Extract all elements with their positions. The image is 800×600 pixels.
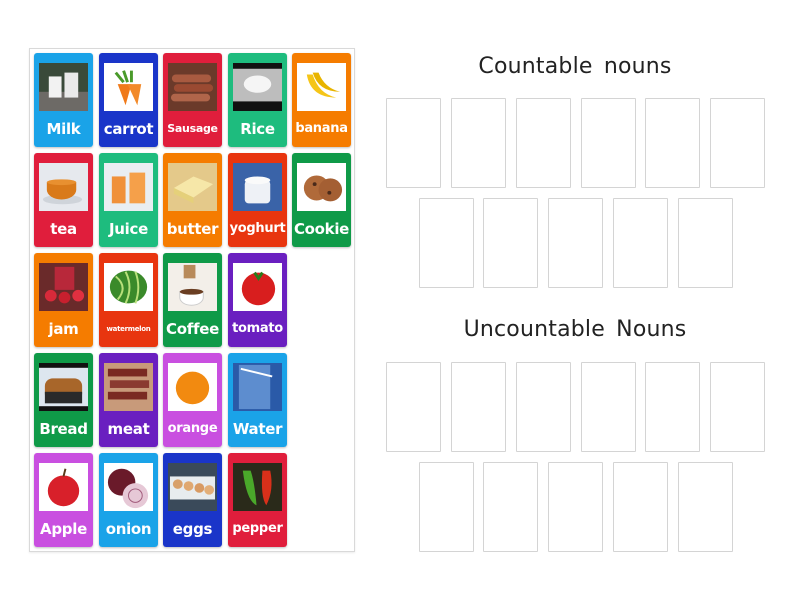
water-glass-icon: [233, 363, 282, 411]
card-eggs[interactable]: eggs: [163, 453, 222, 547]
banana-icon: [297, 63, 346, 111]
card-coffee[interactable]: Coffee: [163, 253, 222, 347]
drop-slot[interactable]: [581, 98, 636, 188]
cards-tray: Milk carrot Sausage Rice banana tea Juice butte…: [29, 48, 355, 552]
apple-icon: [39, 463, 88, 511]
drop-slot[interactable]: [548, 198, 603, 288]
group-title-uncountable: Uncountable Nouns: [463, 317, 687, 342]
drop-slot[interactable]: [548, 462, 603, 552]
card-label: banana: [295, 121, 348, 136]
drop-slot[interactable]: [645, 98, 700, 188]
card-banana[interactable]: banana: [292, 53, 351, 147]
drop-slot[interactable]: [419, 462, 474, 552]
card-pepper[interactable]: pepper: [228, 453, 287, 547]
drop-slot[interactable]: [483, 198, 538, 288]
drop-slot[interactable]: [451, 98, 506, 188]
rice-bowl-icon: [233, 63, 282, 111]
orange-fruit-icon: [168, 363, 217, 411]
coffee-cup-icon: [168, 263, 217, 311]
card-label: onion: [105, 520, 152, 538]
card-orange[interactable]: orange: [163, 353, 222, 447]
drop-slot[interactable]: [710, 362, 765, 452]
card-jam[interactable]: jam: [34, 253, 93, 347]
drop-slot[interactable]: [419, 198, 474, 288]
card-label: Sausage: [167, 122, 218, 135]
onion-icon: [104, 463, 153, 511]
card-juice[interactable]: Juice: [99, 153, 158, 247]
card-label: Bread: [39, 420, 88, 438]
card-label: jam: [48, 320, 79, 338]
card-label: tomato: [232, 321, 283, 336]
card-label: butter: [166, 220, 219, 238]
card-label: eggs: [172, 520, 213, 538]
drop-slot[interactable]: [581, 362, 636, 452]
cookie-icon: [297, 163, 346, 211]
card-apple[interactable]: Apple: [34, 453, 93, 547]
card-tomato[interactable]: tomato: [228, 253, 287, 347]
card-label: Juice: [109, 220, 148, 238]
card-label: pepper: [232, 521, 283, 536]
pepper-icon: [233, 463, 282, 511]
drop-slot[interactable]: [516, 362, 571, 452]
drop-slot[interactable]: [678, 198, 733, 288]
card-butter[interactable]: butter: [163, 153, 222, 247]
sausage-icon: [168, 63, 217, 111]
drop-slot[interactable]: [613, 462, 668, 552]
eggs-icon: [168, 463, 217, 511]
card-cookie[interactable]: Cookie: [292, 153, 351, 247]
juice-glasses-icon: [104, 163, 153, 211]
drop-slot[interactable]: [386, 362, 441, 452]
drop-slot[interactable]: [483, 462, 538, 552]
card-label: Cookie: [293, 220, 350, 238]
card-rice[interactable]: Rice: [228, 53, 287, 147]
card-label: carrot: [103, 120, 154, 138]
card-label: orange: [167, 421, 218, 436]
card-label: Milk: [46, 120, 81, 138]
bread-loaf-icon: [39, 363, 88, 411]
carrot-icon: [104, 63, 153, 111]
watermelon-icon: [104, 263, 153, 311]
tomato-icon: [233, 263, 282, 311]
card-meat[interactable]: meat: [99, 353, 158, 447]
drop-slot[interactable]: [678, 462, 733, 552]
card-tea[interactable]: tea: [34, 153, 93, 247]
drop-slot[interactable]: [386, 98, 441, 188]
tea-cup-icon: [39, 163, 88, 211]
card-watermelon[interactable]: watermelon: [99, 253, 158, 347]
card-bread[interactable]: Bread: [34, 353, 93, 447]
card-carrot[interactable]: carrot: [99, 53, 158, 147]
card-label: meat: [107, 420, 150, 438]
card-label: Rice: [240, 120, 275, 138]
drop-slot[interactable]: [451, 362, 506, 452]
card-onion[interactable]: onion: [99, 453, 158, 547]
milk-glasses-icon: [39, 63, 88, 111]
drop-slot[interactable]: [613, 198, 668, 288]
card-label: Water: [232, 420, 283, 438]
butter-icon: [168, 163, 217, 211]
card-label: tea: [50, 220, 77, 238]
card-label: yoghurt: [229, 221, 286, 236]
meat-icon: [104, 363, 153, 411]
yoghurt-icon: [233, 163, 282, 211]
card-label: Coffee: [166, 320, 219, 338]
drop-slot[interactable]: [645, 362, 700, 452]
card-milk[interactable]: Milk: [34, 53, 93, 147]
card-sausage[interactable]: Sausage: [163, 53, 222, 147]
drop-slot[interactable]: [710, 98, 765, 188]
card-label: watermelon: [106, 325, 151, 333]
card-water[interactable]: Water: [228, 353, 287, 447]
drop-slot[interactable]: [516, 98, 571, 188]
card-label: Apple: [40, 520, 87, 538]
jam-strawberries-icon: [39, 263, 88, 311]
group-title-countable: Countable nouns: [478, 54, 672, 79]
card-yoghurt[interactable]: yoghurt: [228, 153, 287, 247]
